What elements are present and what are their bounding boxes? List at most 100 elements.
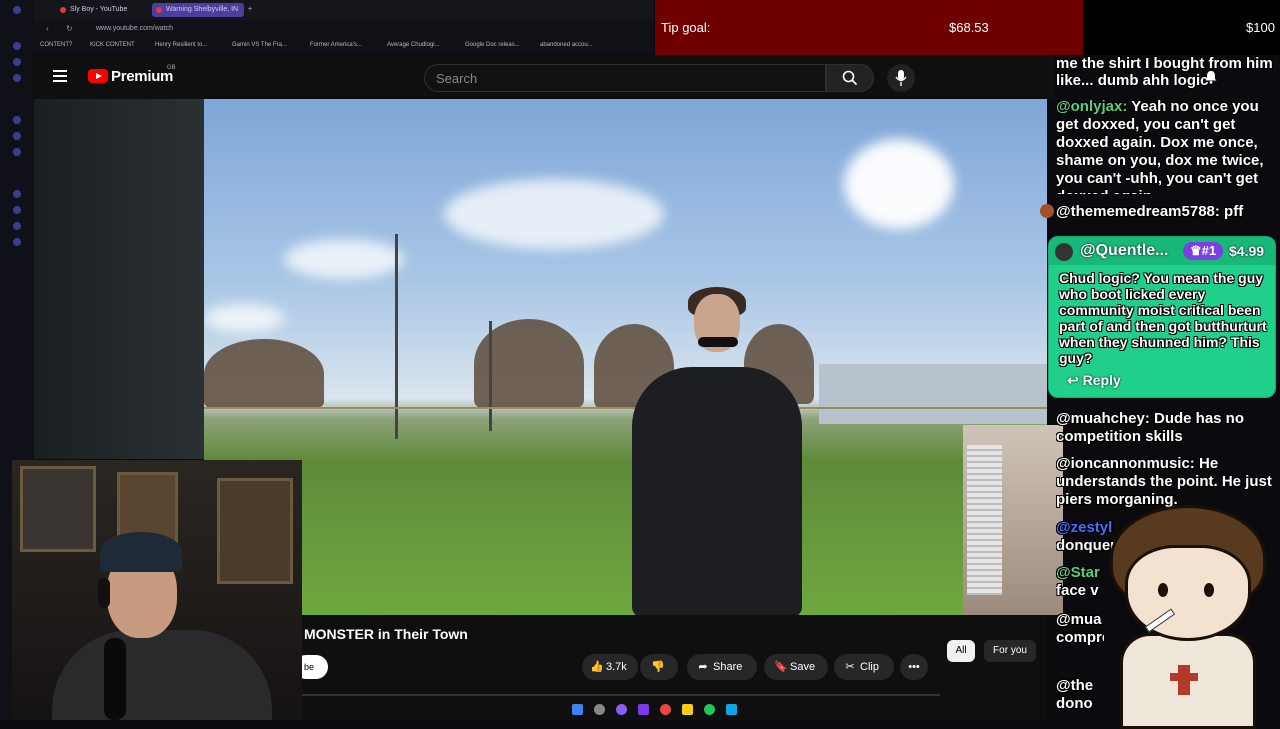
search-icon bbox=[842, 70, 858, 86]
cloud bbox=[204, 304, 284, 332]
like-count: 3.7k bbox=[606, 661, 627, 673]
sidebar-icon[interactable] bbox=[13, 190, 21, 198]
crown-icon: ♛ bbox=[1189, 243, 1202, 258]
sidebar-icon[interactable] bbox=[13, 206, 21, 214]
chat-message: @the dono bbox=[1056, 677, 1104, 713]
video-player[interactable] bbox=[204, 99, 1047, 615]
new-tab-button[interactable]: + bbox=[244, 3, 256, 17]
chat-username: @ioncannonmusic: bbox=[1056, 455, 1195, 472]
sidebar-icon[interactable] bbox=[13, 148, 21, 156]
spotify-taskbar-icon[interactable] bbox=[704, 704, 715, 715]
chat-message: @onlyjax: Yeah no once you get doxxed, y… bbox=[1056, 98, 1280, 194]
mascot-eye bbox=[1204, 583, 1214, 597]
region-code: GB bbox=[167, 65, 176, 71]
chat-username: @thememedream5788: bbox=[1056, 203, 1220, 220]
bookmark-item[interactable]: KICK CONTENT bbox=[90, 42, 135, 48]
tree-line bbox=[204, 339, 324, 409]
bookmark-item[interactable]: Average Chudlogi... bbox=[387, 42, 440, 48]
clip-icon: ✂ bbox=[845, 661, 855, 673]
reload-icon[interactable]: ↻ bbox=[66, 24, 73, 33]
chat-username: @mua bbox=[1056, 611, 1102, 628]
bookmark-item[interactable]: abandoned accou... bbox=[540, 42, 593, 48]
streamer-webcam bbox=[12, 460, 302, 720]
youtube-logo-icon[interactable] bbox=[88, 69, 108, 83]
sidebar-icon[interactable] bbox=[13, 238, 21, 246]
donation-message-card: @Quentle... ♛#1 $4.99 Chud logic? You me… bbox=[1048, 236, 1276, 398]
video-title: MONSTER in Their Town bbox=[304, 626, 468, 642]
chat-message-partial: me the shirt I bought from him bbox=[1056, 55, 1273, 71]
menu-icon[interactable] bbox=[53, 70, 67, 82]
notification-bell-icon[interactable] bbox=[1204, 70, 1218, 84]
microphone bbox=[104, 638, 126, 720]
bookmark-item[interactable]: Henry Resilient to... bbox=[155, 42, 207, 48]
headphones bbox=[98, 578, 110, 608]
sidebar-icon[interactable] bbox=[13, 116, 21, 124]
sidebar-icon[interactable] bbox=[13, 58, 21, 66]
donation-amount: $4.99 bbox=[1229, 243, 1265, 259]
chat-text: face v bbox=[1056, 582, 1099, 599]
windows-start-icon[interactable] bbox=[572, 704, 583, 715]
chrome-taskbar-icon[interactable] bbox=[660, 704, 671, 715]
reply-icon: ↩ bbox=[1067, 372, 1083, 388]
search-taskbar-icon[interactable] bbox=[594, 704, 605, 715]
clip-button[interactable]: ✂ Clip bbox=[834, 654, 894, 680]
chat-username: @Star bbox=[1056, 564, 1100, 581]
like-icon: 👍 bbox=[590, 661, 604, 673]
app-taskbar-icon[interactable] bbox=[726, 704, 737, 715]
tab-warning-shelbyville[interactable]: Warning Shelbyville, IN bbox=[152, 3, 245, 17]
donation-text: Chud logic? You mean the guy who boot li… bbox=[1059, 270, 1267, 366]
tip-goal-progress-fill bbox=[655, 0, 1083, 55]
tab-label: Sly Boy - YouTube bbox=[70, 6, 128, 13]
cloud bbox=[444, 179, 664, 249]
chip-all[interactable]: All bbox=[947, 640, 975, 662]
more-actions-button[interactable]: ••• bbox=[900, 654, 928, 680]
chat-text: pff bbox=[1224, 203, 1244, 220]
chat-message: @thememedream5788: pff bbox=[1040, 203, 1280, 221]
bookmark-item[interactable]: CONTENT? bbox=[40, 42, 72, 48]
mic-icon bbox=[895, 70, 907, 86]
chat-message: @Star face v bbox=[1056, 564, 1104, 600]
url-text[interactable]: www.youtube.com/watch bbox=[96, 25, 173, 32]
back-icon[interactable]: ‹ bbox=[46, 24, 49, 33]
browser-logo-icon[interactable] bbox=[13, 6, 21, 14]
chat-message-partial: like... dumb ahh logic bbox=[1056, 72, 1209, 89]
chip-for-you[interactable]: For you bbox=[984, 640, 1036, 662]
mascot-eye bbox=[1158, 583, 1168, 597]
tip-goal-target: $100 bbox=[1246, 20, 1275, 35]
app-taskbar-icon[interactable] bbox=[638, 704, 649, 715]
youtube-brand[interactable]: Premium bbox=[111, 68, 173, 85]
sidebar-icon[interactable] bbox=[13, 42, 21, 50]
reply-label: Reply bbox=[1082, 372, 1121, 388]
sunglasses bbox=[698, 337, 738, 347]
reply-button[interactable]: ↩ Reply bbox=[1067, 372, 1121, 389]
save-button[interactable]: 🔖 Save bbox=[764, 654, 828, 680]
save-label: Save bbox=[790, 661, 816, 673]
bookmark-item[interactable]: Google Doc releas... bbox=[465, 42, 520, 48]
cross-emblem bbox=[1170, 665, 1198, 695]
person-jacket bbox=[632, 367, 802, 615]
dislike-button[interactable]: 👎 bbox=[640, 654, 678, 680]
wall-poster bbox=[217, 478, 293, 584]
tip-goal-label: Tip goal: bbox=[661, 20, 711, 35]
bookmark-item[interactable]: Former America's... bbox=[310, 42, 362, 48]
folder-taskbar-icon[interactable] bbox=[682, 704, 693, 715]
tab-bar: Sly Boy - YouTube Warning Shelbyville, I… bbox=[34, 0, 654, 20]
sidebar-icon[interactable] bbox=[13, 74, 21, 82]
bookmark-item[interactable]: Gamin VS The Fra... bbox=[232, 42, 287, 48]
like-button[interactable]: 👍 3.7k bbox=[582, 654, 638, 680]
avatar bbox=[1040, 204, 1054, 218]
streamer-shirt bbox=[52, 630, 272, 720]
search-input[interactable] bbox=[434, 70, 818, 87]
search-button[interactable] bbox=[826, 64, 874, 92]
rank-badge: ♛#1 bbox=[1183, 242, 1223, 260]
sidebar-icon[interactable] bbox=[13, 222, 21, 230]
chat-username: @onlyjax: bbox=[1056, 98, 1128, 115]
streamer-cap bbox=[100, 532, 182, 572]
browser-taskbar-icon[interactable] bbox=[616, 704, 627, 715]
tab-sly-boy[interactable]: Sly Boy - YouTube bbox=[56, 3, 133, 17]
voice-search-button[interactable] bbox=[887, 64, 915, 92]
mascot-avatar bbox=[1100, 505, 1270, 729]
sidebar-icon[interactable] bbox=[13, 132, 21, 140]
tip-goal-current: $68.53 bbox=[949, 20, 989, 35]
share-button[interactable]: ➦ Share bbox=[687, 654, 757, 680]
